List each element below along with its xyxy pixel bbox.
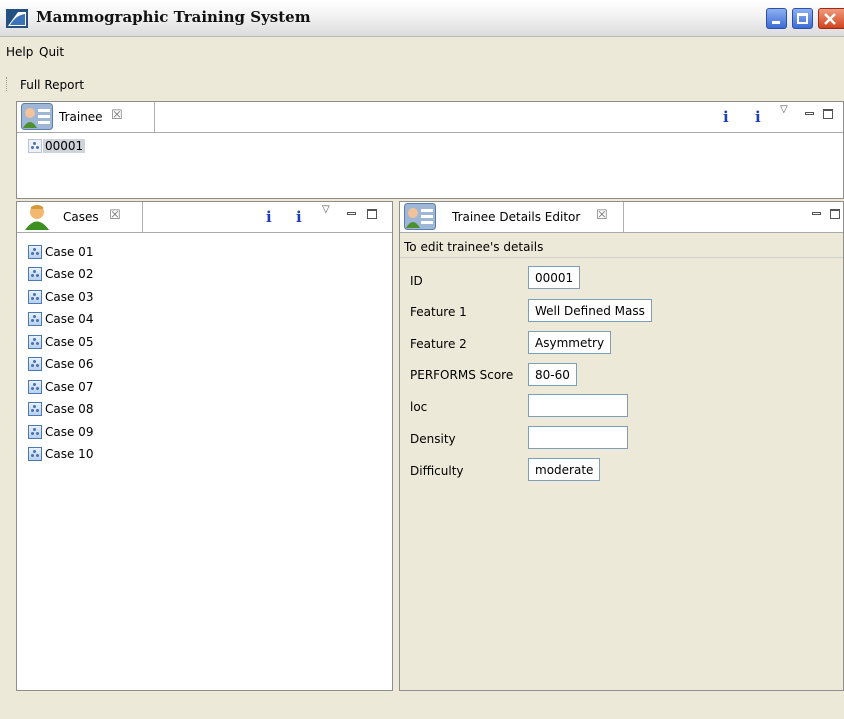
- tab-editor-label: Trainee Details Editor: [452, 210, 581, 224]
- difficulty-field[interactable]: moderate: [528, 458, 601, 481]
- toolbar-grip[interactable]: [6, 77, 8, 91]
- field-label-loc: loc: [410, 400, 428, 414]
- field-label-difficulty: Difficulty: [410, 464, 464, 478]
- info-icon[interactable]: i: [755, 108, 761, 126]
- trainee-details-editor: Trainee Details Editor ☒ To edit trainee…: [399, 201, 844, 691]
- case-icon: [28, 267, 42, 281]
- trainee-icon: [404, 203, 436, 230]
- case-icon: [28, 447, 42, 461]
- case-icon: [28, 245, 42, 259]
- case-label: Case 10: [45, 447, 94, 461]
- case-label: Case 05: [45, 335, 94, 349]
- tab-trainee[interactable]: Trainee ☒: [17, 102, 155, 132]
- trainee-view: Trainee ☒ i i ▽ 00001: [16, 101, 844, 199]
- case-label: Case 04: [45, 312, 94, 326]
- case-icon: [28, 312, 42, 326]
- case-label: Case 09: [45, 425, 94, 439]
- case-icon: [28, 335, 42, 349]
- loc-field[interactable]: [528, 394, 628, 417]
- tab-cases-label: Cases: [63, 210, 99, 224]
- case-label: Case 07: [45, 380, 94, 394]
- cases-view-header: Cases ☒ i i ▽: [17, 202, 392, 233]
- close-tab-icon[interactable]: ☒: [596, 208, 608, 223]
- title-bar[interactable]: Mammographic Training System: [0, 0, 844, 37]
- menu-quit[interactable]: Quit: [39, 45, 64, 59]
- status-bar: [0, 697, 844, 719]
- maximize-button[interactable]: [792, 8, 813, 29]
- case-icon: [28, 380, 42, 394]
- tab-cases[interactable]: Cases ☒: [17, 202, 143, 232]
- tab-trainee-details-editor[interactable]: Trainee Details Editor ☒: [400, 202, 624, 232]
- close-icon: [824, 13, 836, 25]
- view-menu-icon[interactable]: ▽: [780, 104, 788, 115]
- maximize-icon: [797, 13, 808, 24]
- trainee-node-icon: [28, 139, 42, 153]
- case-icon: [28, 425, 42, 439]
- maximize-view-icon[interactable]: [830, 209, 840, 219]
- editor-description: To edit trainee's details: [404, 240, 544, 254]
- full-report-button[interactable]: Full Report: [20, 78, 84, 92]
- info-icon[interactable]: i: [723, 108, 729, 126]
- minimize-view-icon[interactable]: [805, 112, 814, 115]
- menu-bar: Help Quit: [0, 37, 844, 67]
- info-icon[interactable]: i: [296, 208, 302, 226]
- performs-score-field[interactable]: 80-60: [528, 363, 577, 386]
- case-label: Case 02: [45, 267, 94, 281]
- cases-view: Cases ☒ i i ▽ Case 01 Case 02 Case 03 Ca…: [16, 201, 393, 691]
- menu-help[interactable]: Help: [6, 45, 33, 59]
- minimize-view-icon[interactable]: [347, 212, 356, 215]
- maximize-view-icon[interactable]: [823, 109, 833, 119]
- case-icon: [28, 290, 42, 304]
- trainee-view-header: Trainee ☒ i i ▽: [17, 102, 843, 133]
- case-label: Case 03: [45, 290, 94, 304]
- feature1-field[interactable]: Well Defined Mass: [528, 299, 652, 322]
- trainee-icon: [21, 103, 53, 130]
- toolbar: Full Report: [0, 68, 844, 100]
- field-label-feature1: Feature 1: [410, 305, 467, 319]
- trainee-id-label: 00001: [43, 139, 86, 153]
- case-label: Case 01: [45, 245, 94, 259]
- app-logo-icon: [6, 9, 28, 28]
- close-tab-icon[interactable]: ☒: [111, 108, 123, 123]
- minimize-view-icon[interactable]: [812, 212, 821, 215]
- id-field[interactable]: 00001: [528, 266, 581, 289]
- editor-view-header: Trainee Details Editor ☒: [400, 202, 843, 233]
- minimize-icon: [772, 21, 780, 24]
- maximize-view-icon[interactable]: [367, 209, 377, 219]
- tab-trainee-label: Trainee: [59, 110, 103, 124]
- divider: [400, 257, 843, 258]
- field-label-id: ID: [410, 274, 423, 288]
- case-label: Case 06: [45, 357, 94, 371]
- cases-icon: [25, 205, 49, 230]
- feature2-field[interactable]: Asymmetry: [528, 331, 612, 354]
- case-label: Case 08: [45, 402, 94, 416]
- field-label-feature2: Feature 2: [410, 337, 467, 351]
- case-icon: [28, 402, 42, 416]
- info-icon[interactable]: i: [266, 208, 272, 226]
- view-menu-icon[interactable]: ▽: [322, 204, 330, 215]
- field-label-density: Density: [410, 432, 456, 446]
- close-tab-icon[interactable]: ☒: [109, 208, 121, 223]
- case-icon: [28, 357, 42, 371]
- window-title: Mammographic Training System: [36, 8, 311, 26]
- field-label-performs-score: PERFORMS Score: [410, 368, 514, 382]
- close-button[interactable]: [818, 8, 844, 29]
- density-field[interactable]: [528, 426, 628, 449]
- minimize-button[interactable]: [766, 8, 787, 29]
